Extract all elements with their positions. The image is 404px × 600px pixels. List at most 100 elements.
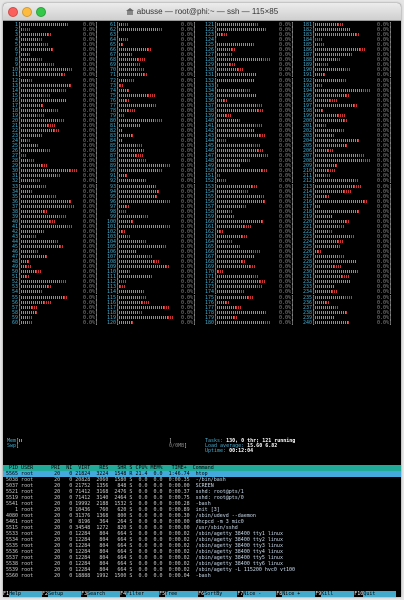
cpu-bar-kernel bbox=[29, 159, 35, 163]
cpu-bar-kernel bbox=[154, 260, 161, 264]
cpu-bar bbox=[119, 139, 177, 143]
cpu-bar-kernel bbox=[35, 179, 42, 183]
function-key-search[interactable]: F3 Search bbox=[81, 591, 121, 597]
cpu-bar bbox=[315, 108, 373, 112]
cpu-bar-user bbox=[217, 68, 239, 72]
cpu-bar-kernel bbox=[44, 300, 52, 304]
cpu-bar bbox=[217, 224, 275, 228]
zoom-button[interactable] bbox=[36, 7, 46, 17]
function-key-filter[interactable]: F4 Filter bbox=[120, 591, 160, 597]
cpu-bar-user bbox=[21, 285, 49, 289]
process-rows[interactable]: 5565 root 20 0 21824 3224 1548 R 21.4 0.… bbox=[3, 471, 401, 579]
cpu-bar-kernel bbox=[148, 48, 153, 52]
function-key-sortby[interactable]: F6 SortBy bbox=[198, 591, 238, 597]
cpu-bar bbox=[119, 154, 177, 158]
process-table[interactable]: PID USER PRI NI VIRT RES SHR S CPU% MEM%… bbox=[3, 465, 401, 579]
cpu-bar-user bbox=[217, 128, 256, 132]
function-key-nice[interactable]: F8 Nice + bbox=[276, 591, 316, 597]
cpu-bar-user bbox=[217, 245, 240, 249]
cpu-bar-kernel bbox=[230, 63, 237, 67]
cpu-bar-user bbox=[119, 98, 127, 102]
cpu-bar-kernel bbox=[354, 184, 362, 188]
cpu-bar bbox=[217, 290, 275, 294]
cpu-bar-user bbox=[315, 23, 339, 26]
process-row[interactable]: 5560 root 20 0 18888 1992 1500 S 0.0 0.0… bbox=[3, 573, 401, 579]
cpu-bar bbox=[21, 108, 79, 112]
cpu-bar-kernel bbox=[37, 58, 43, 62]
cpu-bar-user bbox=[21, 38, 40, 42]
cpu-bar-kernel bbox=[330, 98, 338, 102]
cpu-bar-kernel bbox=[59, 118, 66, 122]
cpu-bar bbox=[315, 194, 373, 198]
cpu-bar-kernel bbox=[45, 149, 51, 153]
cpu-bar-kernel bbox=[222, 33, 228, 37]
cpu-bar-user bbox=[217, 189, 244, 193]
cpu-bar bbox=[21, 275, 79, 279]
function-key-help[interactable]: F1 Help bbox=[3, 591, 43, 597]
cpu-bar bbox=[315, 290, 373, 294]
cpu-bar-user bbox=[21, 164, 43, 168]
cpu-bar-kernel bbox=[128, 88, 131, 92]
cpu-bar bbox=[217, 48, 275, 52]
cpu-bar bbox=[21, 240, 79, 244]
function-key-bar: F1 Help F2 Setup F3 Search F4 Filter F5 Tree F6 Sor… bbox=[3, 591, 401, 597]
cpu-bar-user bbox=[217, 93, 258, 97]
cpu-bar bbox=[217, 285, 275, 289]
cpu-bar-kernel bbox=[151, 275, 153, 279]
cpu-bar bbox=[119, 245, 177, 249]
cpu-bar-kernel bbox=[351, 53, 354, 57]
function-key-tree[interactable]: F5 Tree bbox=[159, 591, 199, 597]
uptime-line: Uptime: 00:12:04 bbox=[205, 449, 295, 454]
cpu-bar bbox=[217, 159, 275, 163]
cpu-bar-user bbox=[315, 113, 339, 117]
cpu-bar-user bbox=[315, 154, 360, 158]
title-bar[interactable]: abusse — root@phi:~ — ssh — 115×85 bbox=[3, 3, 401, 21]
function-key-kill[interactable]: F9 Kill bbox=[315, 591, 355, 597]
cpu-bar-user bbox=[119, 174, 127, 178]
terminal-content[interactable]: 1[0.0%] 2[0.0%] 3[0.0%] 4[0.0%] 5[0.0%] 6[0.0… bbox=[3, 21, 401, 597]
cpu-bar-user bbox=[217, 194, 262, 198]
cpu-bar-user bbox=[315, 255, 340, 259]
cpu-bar-user bbox=[21, 169, 71, 173]
cpu-bar bbox=[217, 123, 275, 127]
cpu-bar bbox=[21, 118, 79, 122]
cpu-bar-kernel bbox=[137, 144, 144, 148]
function-key-label: Filter bbox=[126, 591, 160, 597]
cpu-bar bbox=[315, 169, 373, 173]
cpu-bar bbox=[315, 199, 373, 203]
cpu-bar-user bbox=[315, 219, 347, 223]
cpu-bar-kernel bbox=[37, 113, 45, 117]
cpu-bar bbox=[119, 315, 177, 319]
cpu-bar-kernel bbox=[262, 219, 265, 223]
cpu-bar bbox=[315, 149, 373, 153]
cpu-bar bbox=[119, 63, 177, 67]
cpu-bar-user bbox=[315, 224, 340, 228]
cpu-bar-user bbox=[119, 255, 148, 259]
cpu-bar-user bbox=[119, 134, 133, 138]
cpu-bar bbox=[217, 108, 275, 112]
cpu-bar-kernel bbox=[36, 270, 42, 274]
cpu-bar-kernel bbox=[325, 174, 331, 178]
cpu-bar-kernel bbox=[341, 128, 345, 132]
function-key-nice[interactable]: F7 Nice - bbox=[237, 591, 277, 597]
cpu-bar bbox=[21, 214, 79, 218]
cpu-bar bbox=[217, 169, 275, 173]
cpu-bar bbox=[119, 58, 177, 62]
cpu-bar bbox=[119, 260, 177, 264]
cpu-bar-kernel bbox=[36, 310, 38, 314]
close-button[interactable] bbox=[8, 7, 18, 17]
cpu-bar bbox=[217, 23, 275, 26]
function-key-label: Search bbox=[87, 591, 121, 597]
cpu-bar-kernel bbox=[144, 73, 148, 77]
cpu-bar-kernel bbox=[69, 68, 73, 72]
minimize-button[interactable] bbox=[22, 7, 32, 17]
function-key-setup[interactable]: F2 Setup bbox=[42, 591, 82, 597]
cpu-bar-user bbox=[21, 123, 49, 127]
cpu-bar-kernel bbox=[37, 144, 40, 148]
cpu-bar-user bbox=[119, 194, 157, 198]
cpu-bar-user bbox=[21, 189, 32, 193]
cpu-bar-user bbox=[315, 28, 351, 32]
cpu-bar-kernel bbox=[132, 134, 135, 138]
function-key-quit[interactable]: F10 Quit bbox=[354, 591, 397, 597]
cpu-bar-user bbox=[119, 310, 140, 314]
